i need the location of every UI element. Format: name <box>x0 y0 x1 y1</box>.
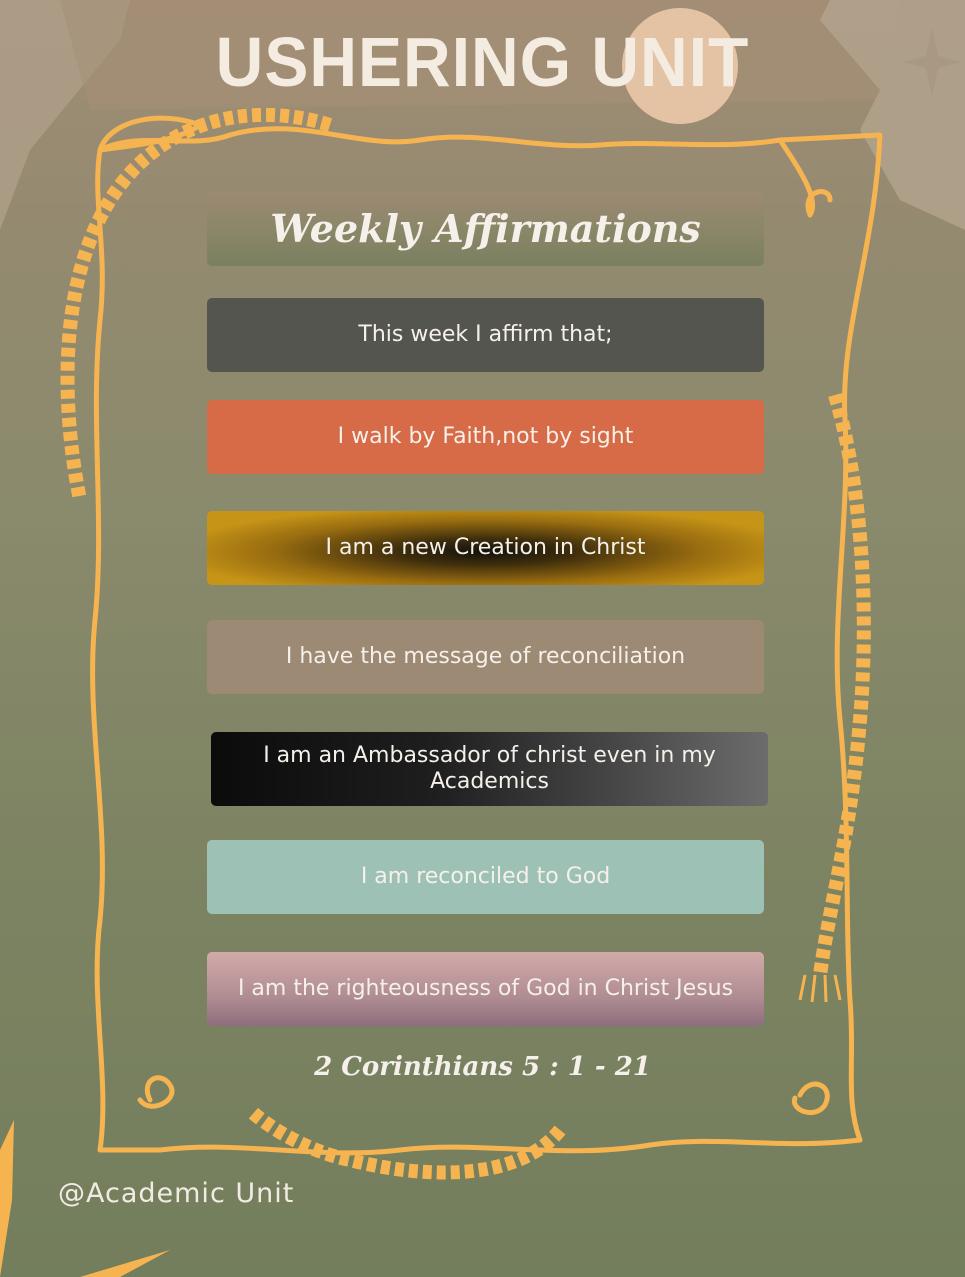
frame-bottom-left-curl <box>137 1075 175 1109</box>
frame-right-curl <box>777 137 833 218</box>
affirmation-item: I walk by Faith,not by sight <box>207 400 764 474</box>
rope-tassel-1 <box>798 974 807 1001</box>
rope-bottom <box>245 1104 566 1180</box>
affirmation-item: I am reconciled to God <box>207 840 764 914</box>
affirmation-item: This week I affirm that; <box>207 298 764 372</box>
affirmation-item: I am the righteousness of God in Christ … <box>207 952 764 1026</box>
rope-tassel-3 <box>823 974 828 1003</box>
footer-handle: @Academic Unit <box>58 1178 295 1209</box>
frame-bottom-right-curl <box>791 1081 830 1116</box>
rope-tassel-2 <box>810 974 817 1003</box>
section-heading: Weekly Affirmations <box>207 191 764 266</box>
scripture-reference: 2 Corinthians 5 : 1 - 21 <box>314 1052 651 1082</box>
rope-tassel-4 <box>833 974 842 1001</box>
affirmation-item: I have the message of reconciliation <box>207 620 764 694</box>
page-title: USHERING UNIT <box>215 23 750 101</box>
rope-right <box>813 393 871 976</box>
affirmation-item: I am a new Creation in Christ <box>207 511 764 585</box>
affirmation-item: I am an Ambassador of christ even in my … <box>211 732 768 806</box>
